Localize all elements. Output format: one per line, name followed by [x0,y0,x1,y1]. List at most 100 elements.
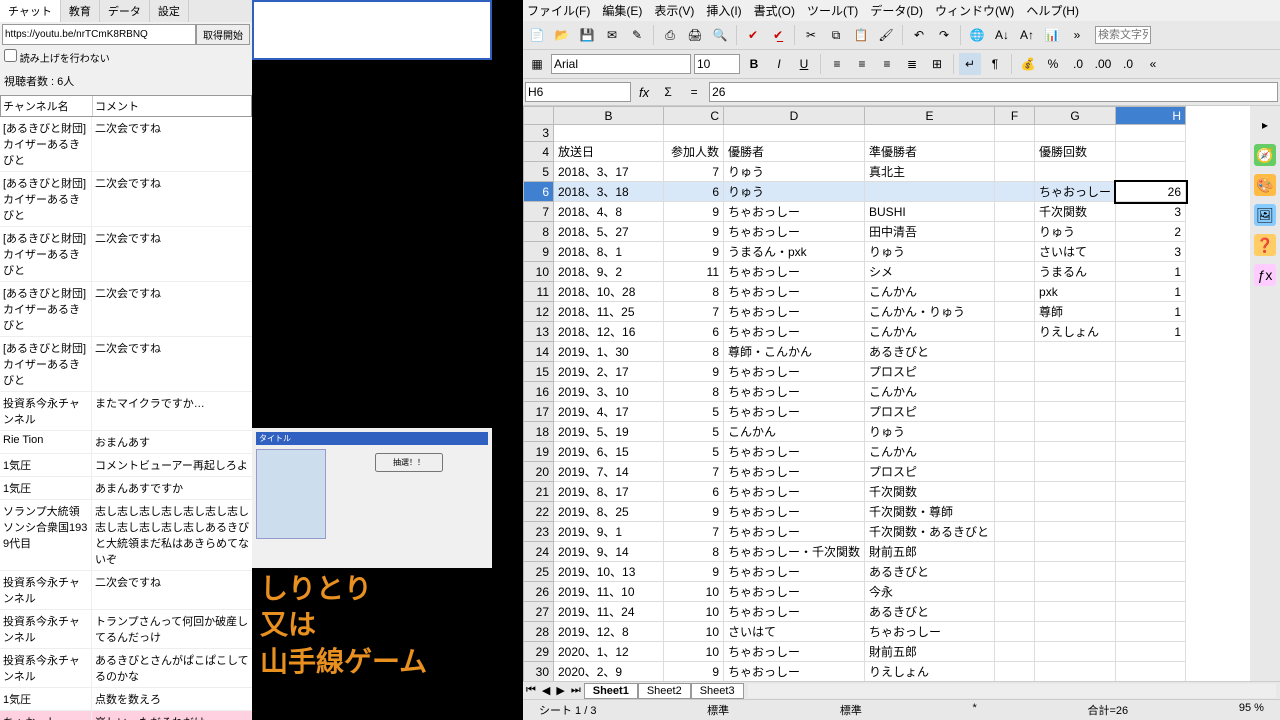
comment-row[interactable]: 1気圧コメントビューアー再起しろよ [0,454,252,477]
comment-row[interactable]: ちゃおっしー楽しい、ただそれだけ [0,711,252,720]
cell[interactable]: 8 [664,282,724,302]
first-sheet-icon[interactable]: ⏮ [523,684,539,697]
cell[interactable] [1116,602,1186,622]
menu-item[interactable]: 表示(V) [654,2,694,19]
cell[interactable]: 2018、8、1 [554,242,664,262]
cell[interactable] [1035,442,1116,462]
cell[interactable] [1116,642,1186,662]
cell[interactable]: こんかん [724,422,865,442]
indent-icon[interactable]: « [1142,53,1164,75]
cell[interactable] [995,522,1035,542]
cell[interactable]: 2019、12、8 [554,622,664,642]
cell[interactable]: ちゃおっしー [724,642,865,662]
cell[interactable]: ちゃおっしー [724,502,865,522]
col-header[interactable]: H [1116,107,1186,125]
cell[interactable] [1035,542,1116,562]
redo-icon[interactable]: ↷ [933,24,955,46]
cell[interactable]: あるきびと [865,342,995,362]
align-left-icon[interactable]: ≡ [826,53,848,75]
cell[interactable] [1035,622,1116,642]
cell[interactable]: 2019、4、17 [554,402,664,422]
cell[interactable] [1035,522,1116,542]
cell[interactable]: 26 [1116,182,1186,202]
cell[interactable]: 2018、9、2 [554,262,664,282]
cell[interactable]: 2019、5、19 [554,422,664,442]
cell[interactable] [995,382,1035,402]
row-header[interactable]: 6 [524,182,554,202]
row-header[interactable]: 4 [524,142,554,162]
cell[interactable]: 2019、6、15 [554,442,664,462]
spellcheck-icon[interactable]: ✔ [742,24,764,46]
cell[interactable] [1116,662,1186,682]
row-header[interactable]: 7 [524,202,554,222]
cell[interactable] [1035,662,1116,682]
cell[interactable]: ちゃおっしー [724,262,865,282]
cell[interactable] [995,602,1035,622]
cell[interactable]: 10 [664,642,724,662]
cell[interactable]: 10 [664,622,724,642]
cell[interactable]: 7 [664,302,724,322]
cell[interactable]: りゅう [865,422,995,442]
cell[interactable]: 1 [1116,322,1186,342]
cell[interactable]: 2019、11、10 [554,582,664,602]
row-header[interactable]: 30 [524,662,554,682]
percent-icon[interactable]: % [1042,53,1064,75]
cell[interactable]: ちゃおっしー [724,522,865,542]
cell[interactable] [1035,582,1116,602]
inc-decimal-icon[interactable]: .00 [1092,53,1114,75]
col-header[interactable]: G [1035,107,1116,125]
cell[interactable]: 田中清吾 [865,222,995,242]
cell[interactable]: りゅう [724,182,865,202]
sort-desc-icon[interactable]: A↑ [1016,24,1038,46]
cell[interactable]: りゅう [724,162,865,182]
cell[interactable]: BUSHI [865,202,995,222]
cell[interactable] [1035,162,1116,182]
row-header[interactable]: 5 [524,162,554,182]
underline-icon[interactable]: U [793,53,815,75]
comments-list[interactable]: [あるきびと財団]カイザーあるきびと二次会ですね[あるきびと財団]カイザーあるき… [0,117,252,720]
navigator-icon[interactable]: 🧭 [1254,144,1276,166]
cell[interactable]: 2019、11、24 [554,602,664,622]
cell[interactable]: こんかん・りゅう [865,302,995,322]
cell[interactable]: 2020、1、12 [554,642,664,662]
cell[interactable]: 2019、1、30 [554,342,664,362]
cell[interactable] [995,222,1035,242]
cell[interactable]: ちゃおっしー [724,322,865,342]
cell[interactable] [995,142,1035,162]
equals-icon[interactable]: = [683,81,705,103]
cell[interactable] [1116,442,1186,462]
cell[interactable]: 2019、9、14 [554,542,664,562]
fontsize-select[interactable] [694,54,740,74]
cell[interactable]: 2019、9、1 [554,522,664,542]
cell[interactable]: ちゃおっしー [724,362,865,382]
cell[interactable] [1116,562,1186,582]
cell[interactable]: 10 [664,602,724,622]
row-header[interactable]: 11 [524,282,554,302]
menu-item[interactable]: データ(D) [870,2,923,19]
cell[interactable] [1035,642,1116,662]
cell[interactable] [995,422,1035,442]
cell[interactable]: 2018、12、16 [554,322,664,342]
cell[interactable] [995,562,1035,582]
cell[interactable]: 財前五郎 [865,642,995,662]
autocheck-icon[interactable]: ✔̲ [767,24,789,46]
cell[interactable] [1116,402,1186,422]
cell[interactable]: ちゃおっしー [865,622,995,642]
menu-item[interactable]: ウィンドウ(W) [935,2,1014,19]
cell[interactable]: ちゃおっしー [724,562,865,582]
cell[interactable]: 1 [1116,282,1186,302]
paste-icon[interactable]: 📋 [850,24,872,46]
cell[interactable]: 9 [664,662,724,682]
more-icon[interactable]: » [1066,24,1088,46]
cell[interactable]: プロスピ [865,362,995,382]
cell[interactable]: 参加人数 [664,142,724,162]
comment-row[interactable]: ソランプ大統領ソンシ合衆国1939代目志し志し志し志し志し志し志し志し志し志し志… [0,500,252,571]
cell[interactable] [1116,162,1186,182]
menu-item[interactable]: ファイル(F) [527,2,590,19]
number-icon[interactable]: .0 [1067,53,1089,75]
cell[interactable] [1035,125,1116,142]
col-header[interactable]: C [664,107,724,125]
dec-decimal-icon[interactable]: .0 [1117,53,1139,75]
cell[interactable] [1116,462,1186,482]
cell[interactable]: 放送日 [554,142,664,162]
